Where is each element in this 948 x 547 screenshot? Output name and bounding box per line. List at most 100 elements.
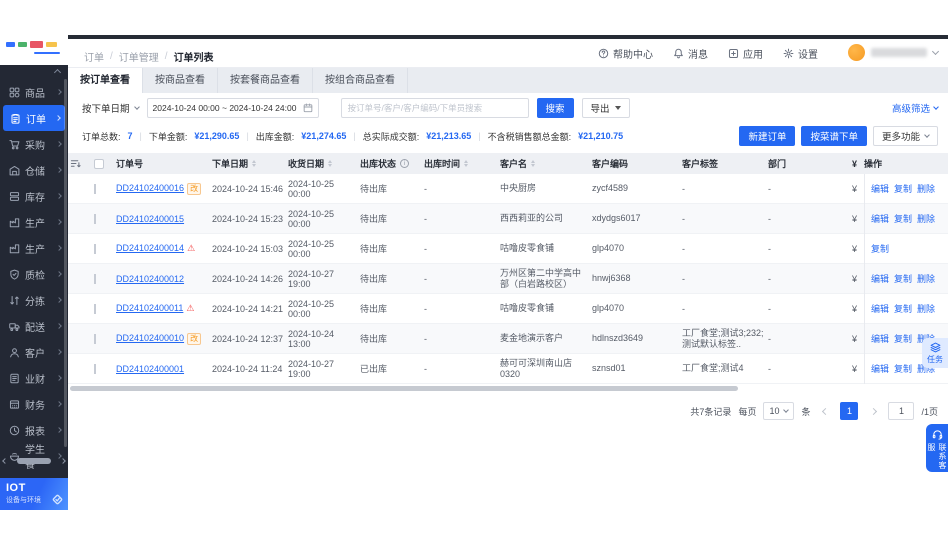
sidebar-item-customers[interactable]: 客户 [0,339,68,365]
sidebar-item-orders[interactable]: 订单 [3,105,65,131]
action-link[interactable]: 删除 [917,302,935,315]
action-link[interactable]: 删除 [917,272,935,285]
checkbox-cell [94,243,116,254]
sidebar-collapse-button[interactable] [0,65,68,78]
user-menu[interactable] [848,44,940,61]
select-all-checkbox[interactable] [94,158,104,169]
sidebar-item-inventory[interactable]: 库存 [0,183,68,209]
row-checkbox[interactable] [94,333,96,344]
tasks-floating-button[interactable]: 任务 [922,338,948,368]
order-no-link[interactable]: DD24102400015 [116,214,184,224]
scroll-right-icon[interactable] [60,457,66,464]
order-no-link[interactable]: DD24102400016 [116,183,184,193]
action-link[interactable]: 复制 [894,182,912,195]
scrollbar-thumb[interactable] [70,386,738,391]
column-settings-button[interactable] [70,158,94,169]
breadcrumb-link[interactable]: 订单 [84,49,104,64]
sort-icon[interactable] [464,160,469,167]
order-no-link[interactable]: DD24102400014 [116,243,184,253]
new-order-button[interactable]: 新建订单 [739,126,796,146]
action-link[interactable]: 复制 [871,242,889,255]
action-link[interactable]: 编辑 [871,332,889,345]
col-delivery_date[interactable]: 收货日期 [288,157,360,170]
page-jump-input[interactable]: 1 [888,402,915,420]
breadcrumb-link[interactable]: 订单管理 [119,49,159,64]
scrollbar-thumb[interactable] [17,457,51,464]
sidebar-item-goods[interactable]: 商品 [0,79,68,105]
tab-by-combo[interactable]: 按组合商品查看 [313,68,408,93]
action-link[interactable]: 复制 [894,212,912,225]
scroll-left-icon[interactable] [2,457,8,464]
date-field-select[interactable]: 按下单日期 [82,101,140,115]
brand-logo[interactable] [0,35,68,65]
sidebar-item-production-2[interactable]: 生产 [0,235,68,261]
order-no-link[interactable]: DD24102400010 [116,333,184,343]
page-1-button[interactable]: 1 [840,402,859,420]
recipe-order-button[interactable]: 按菜谱下单 [801,126,867,146]
actions-cell: 复制 [864,233,948,264]
order-no-link[interactable]: DD24102400011 [116,303,183,313]
action-link[interactable]: 复制 [894,302,912,315]
sidebar-item-purchase[interactable]: 采购 [0,131,68,157]
sort-icon[interactable] [531,160,536,167]
topbar-help-center-button[interactable]: 帮助中心 [598,46,653,61]
contact-support-button[interactable]: 联系客服 [926,424,948,472]
row-checkbox[interactable] [94,183,96,194]
tab-by-order[interactable]: 按订单查看 [68,68,143,93]
action-link[interactable]: 复制 [894,332,912,345]
sidebar-item-sorting[interactable]: 分拣 [0,287,68,313]
table-horizontal-scrollbar[interactable] [70,385,944,392]
row-checkbox[interactable] [94,243,96,254]
col-ship_time[interactable]: 出库时间 [424,157,500,170]
action-link[interactable]: 复制 [894,362,912,375]
customer-name-cell: 西西莉亚的公司 [500,213,564,223]
action-link[interactable]: 编辑 [871,362,889,375]
sidebar-item-production[interactable]: 生产 [0,209,68,235]
sidebar-item-quality[interactable]: 质检 [0,261,68,287]
search-button[interactable]: 搜索 [536,98,574,118]
tab-by-product[interactable]: 按商品查看 [143,68,218,93]
order-no-link[interactable]: DD24102400001 [116,364,184,374]
sort-icon[interactable] [328,160,333,167]
sidebar-item-label: 库存 [25,192,45,204]
action-link[interactable]: 删除 [917,182,935,195]
purchase-icon [9,139,20,150]
date-range-input[interactable]: 2024-10-24 00:00 ~ 2024-10-24 24:00 [146,98,319,118]
col-order_date[interactable]: 下单日期 [212,157,288,170]
row-checkbox[interactable] [94,273,96,284]
action-link[interactable]: 编辑 [871,182,889,195]
topbar-apps-button[interactable]: 应用 [728,46,763,61]
sidebar-item-reports[interactable]: 报表 [0,417,68,443]
search-input[interactable] [340,98,529,118]
sort-icon[interactable] [252,160,257,167]
sidebar-item-biz-finance[interactable]: 业财 [0,365,68,391]
avatar[interactable] [848,44,865,61]
page-size-select[interactable]: 10 [763,402,795,420]
action-link[interactable]: 复制 [894,272,912,285]
next-page-button[interactable] [865,403,881,419]
col-customer[interactable]: 客户名 [500,157,592,170]
sidebar-item-finance[interactable]: 财务 [0,391,68,417]
row-checkbox[interactable] [94,213,96,224]
topbar-messages-button[interactable]: 消息 [673,46,708,61]
prev-page-button[interactable] [817,403,833,419]
sidebar-horizontal-scrollbar[interactable] [2,456,66,465]
action-link[interactable]: 删除 [917,212,935,225]
advanced-filter-toggle[interactable]: 高级筛选 [892,101,939,115]
row-checkbox[interactable] [94,363,96,374]
customer-tag-cell: - [682,273,685,284]
sidebar-item-delivery[interactable]: 配送 [0,313,68,339]
order-no-link[interactable]: DD24102400012 [116,274,184,284]
action-link[interactable]: 编辑 [871,272,889,285]
export-button[interactable]: 导出 [581,98,630,118]
sidebar-item-warehouse[interactable]: 仓储 [0,157,68,183]
row-checkbox[interactable] [94,303,96,314]
iot-widget[interactable]: IOT 设备与环境 [0,478,68,510]
sidebar-vertical-scrollbar[interactable] [64,79,67,447]
action-link[interactable]: 编辑 [871,302,889,315]
action-link[interactable]: 编辑 [871,212,889,225]
delivery-date-cell: 2024-10-25 00:00 [288,298,335,319]
tab-by-package[interactable]: 按套餐商品查看 [218,68,313,93]
topbar-settings-button[interactable]: 设置 [783,46,818,61]
more-actions-button[interactable]: 更多功能 [872,126,938,146]
